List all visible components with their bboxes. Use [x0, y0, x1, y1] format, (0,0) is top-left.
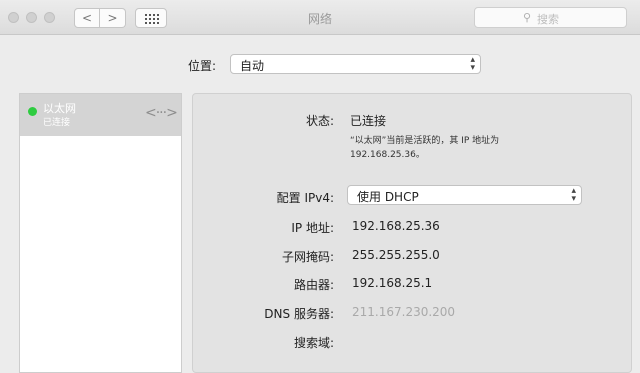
status-note-line2: 192.168.25.36。 [350, 150, 425, 160]
title-bar: < > 网络 ⚲ 搜索 [0, 0, 640, 35]
status-value: 已连接 [350, 114, 387, 128]
router-value: 192.168.25.1 [352, 276, 433, 290]
search-placeholder: 搜索 [537, 13, 559, 26]
ip-address-value: 192.168.25.36 [352, 219, 440, 233]
dns-server-value: 211.167.230.200 [352, 305, 456, 319]
location-select[interactable]: 自动 ▴ ▾ [230, 54, 481, 74]
service-list: 以太网 已连接 <···> [19, 93, 182, 373]
ipv4-config-label: 配置 IPv4: [276, 191, 334, 205]
ipv4-config-value: 使用 DHCP [357, 190, 419, 204]
subnet-mask-value: 255.255.255.0 [352, 248, 440, 262]
location-value: 自动 [240, 59, 265, 73]
search-domain-label: 搜索域: [293, 336, 334, 350]
service-status: 已连接 [43, 118, 71, 128]
ethernet-icon: <···> [145, 105, 178, 121]
service-item-ethernet[interactable]: 以太网 已连接 <···> [20, 94, 181, 136]
service-name: 以太网 [43, 102, 76, 115]
subnet-mask-label: 子网掩码: [281, 250, 334, 264]
ipv4-config-select[interactable]: 使用 DHCP ▴ ▾ [347, 185, 582, 205]
search-field[interactable]: ⚲ 搜索 [474, 7, 627, 28]
search-icon: ⚲ [523, 11, 532, 24]
status-dot-icon [28, 107, 37, 116]
location-label: 位置: [188, 59, 217, 73]
chevron-updown-icon: ▴ ▾ [470, 55, 475, 73]
status-label: 状态: [305, 114, 334, 128]
router-label: 路由器: [293, 278, 334, 292]
chevron-updown-icon: ▴ ▾ [571, 186, 576, 204]
ip-address-label: IP 地址: [291, 221, 334, 235]
status-note-line1: “以太网”当前是活跃的，其 IP 地址为 [350, 136, 500, 146]
dns-server-label: DNS 服务器: [264, 307, 334, 321]
